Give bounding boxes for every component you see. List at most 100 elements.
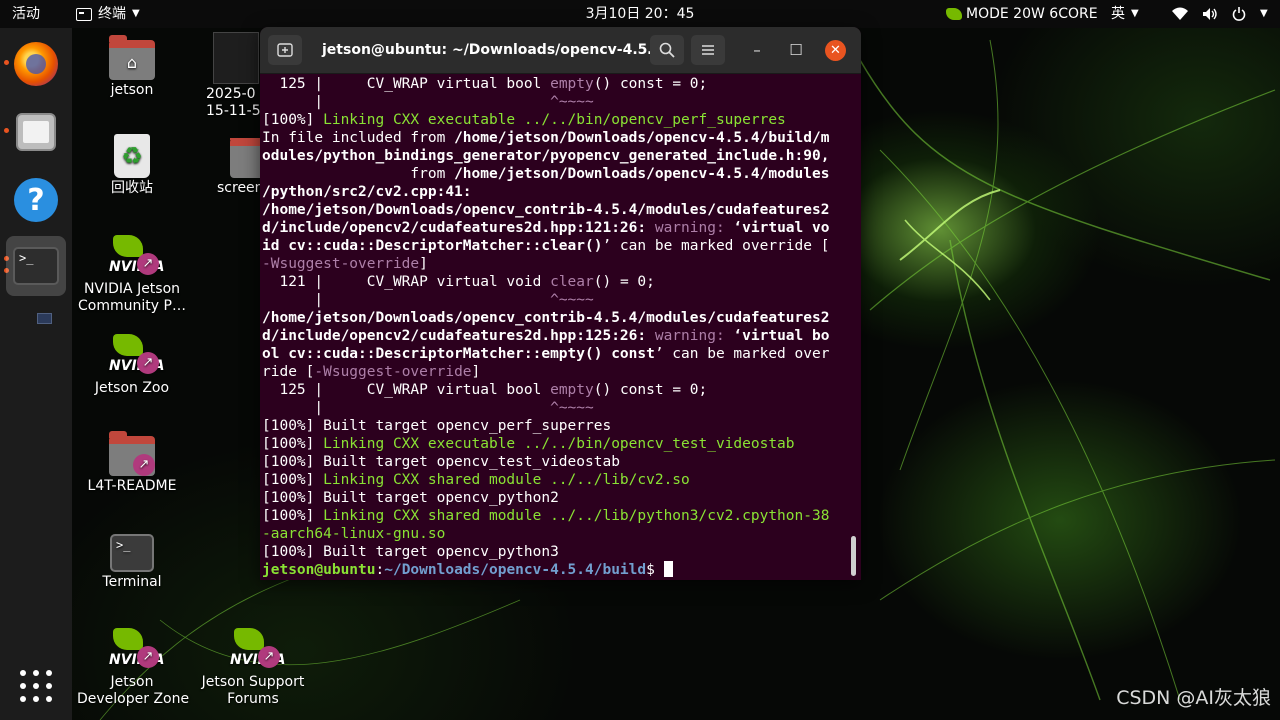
minimize-button[interactable]: – — [747, 40, 767, 60]
terminal-text-segment: virtual bo — [742, 328, 830, 344]
folder-icon — [230, 138, 261, 178]
nvidia-shortcut-icon: NVIDIA↗ — [109, 334, 164, 378]
recycle-icon: ♻ — [114, 134, 150, 178]
terminal-line: ol cv::cuda::DescriptorMatcher::empty() … — [262, 345, 848, 363]
desktop-icon-trash[interactable]: ♻ 回收站 — [77, 134, 187, 197]
desktop-icon-support-forums[interactable]: NVIDIA↗ Jetson Support Forums — [198, 628, 308, 708]
desktop-icon-jetson-home[interactable]: ⌂ jetson — [77, 35, 187, 99]
files-icon — [16, 113, 56, 151]
desktop-icon-screen-folder[interactable]: screen — [205, 138, 261, 197]
terminal-text-segment: id cv::cuda::DescriptorMatcher::clear() — [262, 238, 603, 254]
terminal-text-segment: /python/src2/cv2.cpp:41: — [262, 184, 472, 200]
dock-terminal[interactable]: >_ — [6, 236, 66, 296]
terminal-text-segment: ^~~~~ — [550, 292, 594, 308]
terminal-line: [100%] Built target opencv_perf_superres — [262, 417, 848, 435]
search-icon — [659, 42, 675, 58]
show-applications-button[interactable] — [20, 670, 52, 702]
terminal-text-segment: 121 | CV_WRAP virtual void — [262, 274, 551, 290]
image-file-icon — [213, 32, 259, 84]
terminal-window[interactable]: jetson@ubuntu: ~/Downloads/opencv-4.5… –… — [260, 27, 861, 580]
terminal-header-bar[interactable]: jetson@ubuntu: ~/Downloads/opencv-4.5… –… — [260, 27, 861, 74]
terminal-icon: >_ — [13, 247, 59, 285]
dock-files[interactable] — [6, 102, 66, 162]
terminal-title: jetson@ubuntu: ~/Downloads/opencv-4.5… — [322, 42, 662, 58]
watermark: CSDN @AI灰太狼 — [1116, 687, 1271, 709]
top-bar: 活动 终端 ▼ 3月10日 20：45 MODE 20W 6CORE 英 ▼ ▼ — [0, 0, 1280, 28]
terminal-text-segment: ride [ — [262, 364, 315, 380]
terminal-line: [100%] Linking CXX shared module ../../l… — [262, 507, 848, 525]
terminal-line: | ^~~~~ — [262, 291, 848, 309]
terminal-text-segment: ^~~~~ — [550, 400, 594, 416]
terminal-line: 125 | CV_WRAP virtual bool empty() const… — [262, 381, 848, 399]
terminal-text-segment: empty — [550, 382, 594, 398]
chevron-down-icon: ▼ — [1260, 8, 1268, 19]
terminal-line: In file included from /home/jetson/Downl… — [262, 129, 848, 147]
desktop-icon-label: Jetson Zoo — [94, 380, 170, 396]
terminal-text-segment: () const = 0; — [593, 76, 708, 92]
terminal-text-segment: d/include/opencv2/cudafeatures2d.hpp:121… — [262, 220, 655, 236]
terminal-text-segment: 125 | CV_WRAP virtual bool — [262, 382, 551, 398]
system-menu[interactable]: ▼ — [1172, 0, 1268, 28]
desktop-icon-nvidia-community[interactable]: NVIDIA↗ NVIDIA Jetson Community P… — [77, 235, 187, 315]
terminal-text-segment: ] — [419, 256, 428, 272]
close-button[interactable]: ✕ — [825, 40, 846, 61]
terminal-text-segment: () const = 0; — [593, 382, 708, 398]
desktop-icon-l4t-readme[interactable]: ↗ L4T-README — [77, 431, 187, 495]
desktop-icon-label: Jetson Developer Zone — [77, 674, 190, 707]
terminal-text-segment: /home/jetson/Downloads/opencv_contrib-4.… — [262, 202, 830, 218]
terminal-line: 121 | CV_WRAP virtual void clear() = 0; — [262, 273, 848, 291]
terminal-text-segment: virtual vo — [742, 220, 830, 236]
terminal-text-segment: -Wsuggest-override — [314, 364, 472, 380]
desktop-icon-screenshot-file[interactable]: 2025-0 15-11-52 — [188, 32, 260, 120]
terminal-text-segment: /home/jetson/Downloads/opencv-4.5.4/modu… — [454, 166, 830, 182]
menu-button[interactable] — [691, 35, 725, 65]
desktop-icon-label: jetson — [110, 82, 154, 98]
nvidia-shortcut-icon: NVIDIA↗ — [230, 628, 285, 672]
dock-help[interactable]: ? — [6, 170, 66, 230]
terminal-text-segment: 125 | CV_WRAP virtual bool — [262, 76, 551, 92]
firefox-icon — [14, 42, 58, 86]
terminal-text-segment: [100%] — [262, 508, 324, 524]
input-method-menu[interactable]: 英 ▼ — [1111, 0, 1139, 28]
terminal-text-segment: ol cv::cuda::DescriptorMatcher::empty() … — [262, 346, 655, 362]
terminal-text-segment: ^~~~~ — [550, 94, 594, 110]
terminal-line: [100%] Built target opencv_python3 — [262, 543, 848, 561]
search-button[interactable] — [650, 35, 684, 65]
desktop-icon-label: NVIDIA Jetson Community P… — [78, 281, 186, 314]
desktop-icon-label: L4T-README — [87, 478, 177, 494]
volume-icon — [1203, 8, 1217, 20]
help-icon: ? — [14, 178, 58, 222]
terminal-scrollbar[interactable] — [851, 536, 856, 576]
dock-firefox[interactable] — [6, 34, 66, 94]
folder-link-icon: ↗ — [109, 431, 155, 476]
hamburger-menu-icon — [702, 45, 714, 55]
terminal-text-segment: /home/jetson/Downloads/opencv_contrib-4.… — [262, 310, 830, 326]
terminal-output[interactable]: 125 | CV_WRAP virtual bool empty() const… — [262, 75, 848, 580]
home-folder-icon: ⌂ — [109, 35, 155, 80]
terminal-text-segment: ] — [471, 364, 481, 380]
desktop-icon-developer-zone[interactable]: NVIDIA↗ Jetson Developer Zone — [77, 628, 190, 708]
desktop-icon-terminal[interactable]: >_ Terminal — [77, 534, 187, 591]
desktop-icon-jetson-zoo[interactable]: NVIDIA↗ Jetson Zoo — [77, 334, 187, 397]
terminal-line: | ^~~~~ — [262, 399, 848, 417]
prompt-symbol: $ — [646, 562, 664, 578]
terminal-text-segment: warning: — [654, 328, 734, 344]
new-tab-button[interactable] — [268, 35, 302, 65]
terminal-text-segment: In file included from — [262, 130, 455, 146]
terminal-text-segment: [100%] — [262, 472, 324, 488]
terminal-text-segment: | — [262, 292, 551, 308]
maximize-button[interactable]: ☐ — [786, 40, 806, 60]
terminal-icon: >_ — [110, 534, 154, 572]
terminal-text-segment: /home/jetson/Downloads/opencv-4.5.4/buil… — [454, 130, 830, 146]
power-mode-indicator[interactable]: MODE 20W 6CORE — [946, 0, 1098, 28]
terminal-text-segment: -aarch64-linux-gnu.so — [262, 526, 446, 542]
terminal-text-segment: Linking CXX shared module ../../lib/pyth… — [323, 508, 830, 524]
terminal-text-segment: warning: — [654, 220, 734, 236]
terminal-line: [100%] Linking CXX shared module ../../l… — [262, 471, 848, 489]
terminal-line: id cv::cuda::DescriptorMatcher::clear()’… — [262, 237, 848, 255]
nvidia-shortcut-icon: NVIDIA↗ — [109, 235, 164, 279]
terminal-prompt-line[interactable]: jetson@ubuntu:~/Downloads/opencv-4.5.4/b… — [262, 561, 848, 579]
terminal-text-segment: Linking CXX shared module ../../lib/cv2.… — [323, 472, 690, 488]
terminal-text-segment: Linking CXX executable ../../bin/opencv_… — [323, 112, 786, 128]
terminal-text-segment: ‘ — [733, 220, 743, 236]
